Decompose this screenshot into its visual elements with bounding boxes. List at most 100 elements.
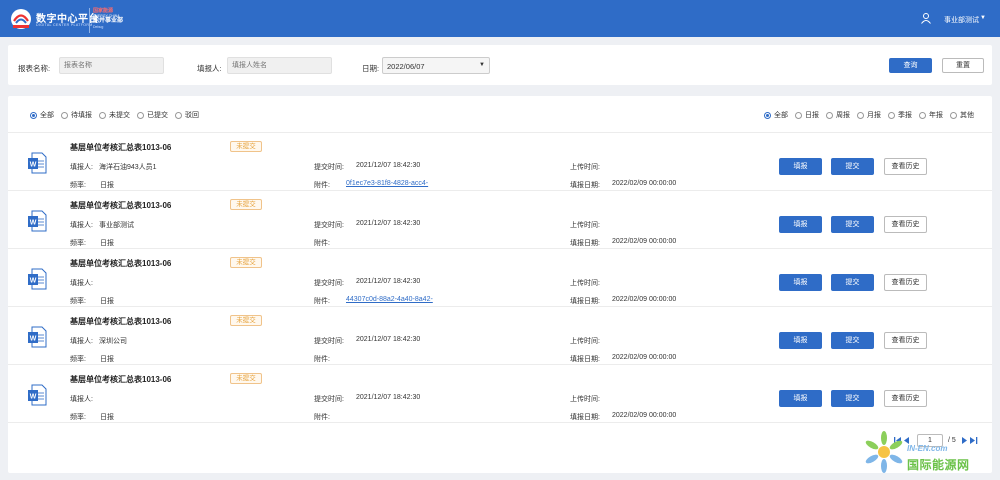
top-navbar: 数字中心平台 DIGITAL CENTER PLATFORM 国家能源 ENER… [0,0,1000,37]
radio-dot [137,111,144,119]
fill-button[interactable]: 填报 [779,390,822,407]
submit-time-label: 提交时间: [314,338,344,345]
frequency-value: 日报 [100,240,114,247]
radio-label: 年报 [929,112,943,119]
filler-label: 填报人: [70,164,93,171]
filler-label: 填报人: [70,396,93,403]
status-radio-pending[interactable]: 待填报 [61,110,92,120]
fill-button[interactable]: 填报 [779,332,822,349]
view-history-button[interactable]: 查看历史 [884,332,927,349]
fill-date-label: 填报日期: [570,356,600,363]
submit-button[interactable]: 提交 [831,332,874,349]
submit-button[interactable]: 提交 [831,216,874,233]
report-title[interactable]: 基层单位考核汇总表1013-06 [70,200,171,211]
frequency-label: 频率: [70,240,86,247]
word-document-icon: W [28,210,47,232]
status-radio-all[interactable]: 全部 [30,110,54,120]
submit-time-label: 提交时间: [314,396,344,403]
submit-button[interactable]: 提交 [831,390,874,407]
fill-date-label: 填报日期: [570,182,600,189]
word-document-icon: W [28,384,47,406]
radio-label: 待填报 [71,112,92,119]
status-radio-unsubmitted[interactable]: 未提交 [99,110,130,120]
upload-time-label: 上传时间: [570,164,600,171]
submit-time-label: 提交时间: [314,222,344,229]
radio-label: 全部 [40,112,54,119]
report-title[interactable]: 基层单位考核汇总表1013-06 [70,142,171,153]
view-history-button[interactable]: 查看历史 [884,274,927,291]
report-title[interactable]: 基层单位考核汇总表1013-06 [70,374,171,385]
submit-button[interactable]: 提交 [831,274,874,291]
user-icon[interactable] [920,12,932,24]
date-value: 2022/06/07 [387,62,425,71]
svg-text:W: W [30,278,37,285]
attachment-link[interactable]: 44307c0d-88a2-4a40-8a42- [346,296,433,303]
fill-button[interactable]: 填报 [779,274,822,291]
word-document-icon: W [28,326,47,348]
submit-time-value: 2021/12/07 18:42:30 [356,394,421,401]
report-name-input[interactable] [59,57,164,74]
radio-dot [826,111,833,119]
list-item: W 基层单位考核汇总表1013-06 未提交 填报人: 海洋石油943人员1 提… [8,133,992,191]
fill-date-value: 2022/02/09 00:00:00 [612,296,677,303]
radio-dot [30,111,37,119]
filler-input[interactable] [227,57,332,74]
submit-time-label: 提交时间: [314,164,344,171]
list-item: W 基层单位考核汇总表1013-06 未提交 填报人: 事业部测试 提交时间: … [8,191,992,249]
radio-label: 日报 [805,112,819,119]
submit-time-label: 提交时间: [314,280,344,287]
svg-text:W: W [30,336,37,343]
list-item: W 基层单位考核汇总表1013-06 未提交 填报人: 提交时间: 2021/1… [8,365,992,423]
view-history-button[interactable]: 查看历史 [884,216,927,233]
query-button[interactable]: 查询 [889,58,932,73]
date-select[interactable]: 2022/06/07 ▼ [382,57,490,74]
radio-dot [919,111,926,119]
list-item: W 基层单位考核汇总表1013-06 未提交 填报人: 深圳公司 提交时间: 2… [8,307,992,365]
radio-dot [764,111,771,119]
submit-button[interactable]: 提交 [831,158,874,175]
fill-button[interactable]: 填报 [779,158,822,175]
period-radio-quarterly[interactable]: 季报 [888,110,912,120]
status-badge: 未提交 [230,315,262,326]
fill-date-value: 2022/02/09 00:00:00 [612,412,677,419]
attachment-link[interactable]: 0f1ec7e3-81f8-4828-acc4- [346,180,428,187]
period-radio-yearly[interactable]: 年报 [919,110,943,120]
view-history-button[interactable]: 查看历史 [884,158,927,175]
user-menu[interactable]: 事业部测试 [944,15,979,25]
radio-dot [950,111,957,119]
period-radio-daily[interactable]: 日报 [795,110,819,120]
radio-dot [61,111,68,119]
chevron-down-icon[interactable]: ▼ [980,15,986,21]
submit-time-value: 2021/12/07 18:42:30 [356,220,421,227]
period-radio-all[interactable]: 全部 [764,110,788,120]
radio-label: 已提交 [147,112,168,119]
radio-label: 全部 [774,112,788,119]
status-radio-submitted[interactable]: 已提交 [137,110,168,120]
radio-dot [795,111,802,119]
radio-label: 未提交 [109,112,130,119]
fill-button[interactable]: 填报 [779,216,822,233]
filler-value: 事业部测试 [99,222,134,229]
reset-button[interactable]: 重置 [942,58,984,73]
radio-label: 月报 [867,112,881,119]
submit-time-value: 2021/12/07 18:42:30 [356,162,421,169]
watermark-cn: 国际能源网 [907,458,970,472]
frequency-label: 频率: [70,414,86,421]
attachment-label: 附件: [314,298,330,305]
svg-text:W: W [30,162,37,169]
sub-brand-logo: 国家能源 ENERGY CHINA 能并事业部 Debug [89,8,125,33]
upload-time-label: 上传时间: [570,396,600,403]
view-history-button[interactable]: 查看历史 [884,390,927,407]
report-title[interactable]: 基层单位考核汇总表1013-06 [70,258,171,269]
radio-dot [888,111,895,119]
status-radio-rejected[interactable]: 驳回 [175,110,199,120]
filler-label: 填报人: [70,280,93,287]
period-radio-monthly[interactable]: 月报 [857,110,881,120]
radio-dot [857,111,864,119]
frequency-value: 日报 [100,414,114,421]
fill-date-label: 填报日期: [570,298,600,305]
period-radio-other[interactable]: 其他 [950,110,974,120]
period-radio-weekly[interactable]: 周报 [826,110,850,120]
report-title[interactable]: 基层单位考核汇总表1013-06 [70,316,171,327]
upload-time-label: 上传时间: [570,338,600,345]
